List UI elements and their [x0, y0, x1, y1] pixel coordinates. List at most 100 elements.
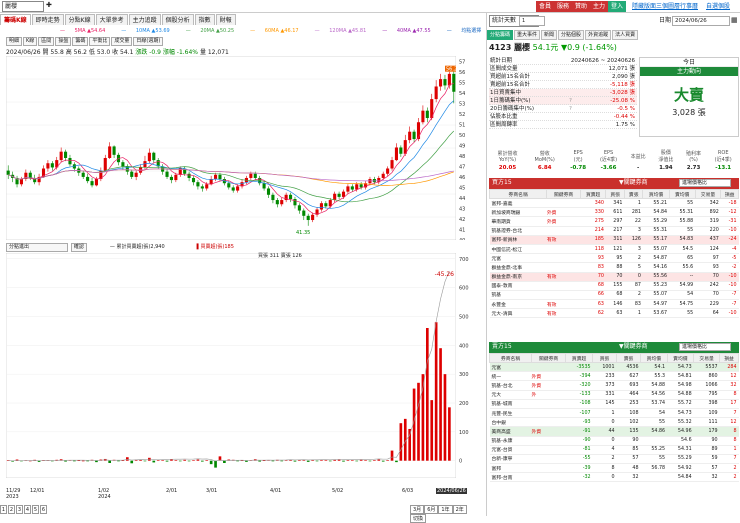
toolbar-button-1[interactable]: K線	[23, 37, 38, 46]
col-5[interactable]: 買均價	[642, 189, 670, 199]
table-row[interactable]: 中國信託-松江 118 121 3 55.07 54.5 124 -4	[489, 244, 739, 255]
price-chart[interactable]: 41.35 56.2	[6, 56, 456, 240]
page-1[interactable]: 2	[8, 505, 15, 514]
right-tab-4[interactable]: 外資追蹤	[585, 30, 612, 40]
toolbar-button-6[interactable]: 成交量	[111, 37, 133, 46]
top-button-4[interactable]: 登入	[608, 1, 627, 12]
tab-5[interactable]: 個股分析	[161, 14, 194, 25]
buy-sort-select[interactable]: 進場價格比	[679, 179, 731, 187]
table-row[interactable]: 台新-康寧 -55 2 57 55 55.29 59 7	[489, 454, 739, 465]
table-row[interactable]: 元富 93 95 2 54.87 65 97 -5	[489, 253, 739, 264]
table-row[interactable]: 元大-清興 有效 62 63 1 53.67 55 64 -10	[489, 308, 739, 319]
table-row[interactable]: 凱基證券-台北 214 217 3 55.31 55 220 -10	[489, 226, 739, 236]
range-button-2[interactable]: 1年	[438, 505, 453, 514]
col-7[interactable]: 交易量	[693, 353, 721, 363]
toolbar-button-0[interactable]: 明細	[6, 37, 23, 46]
col-4[interactable]: 賣張	[623, 189, 644, 199]
toolbar-button-5[interactable]: 平衡比	[89, 37, 111, 46]
top-link-1[interactable]: 三個圖層	[656, 1, 680, 12]
table-row[interactable]: 元富 -3535 1001 4536 54.1 54.73 5537 284	[489, 362, 739, 373]
range-button-3[interactable]: 2年	[452, 505, 467, 514]
tab-2[interactable]: 分點K線	[64, 14, 95, 25]
summary-help-icon-5[interactable]: ?	[569, 97, 572, 105]
toolbar-button-4[interactable]: 籌碼	[72, 37, 89, 46]
top-link-2[interactable]: 行事曆	[680, 1, 698, 12]
range-button-0[interactable]: 3月	[410, 505, 425, 514]
tab-6[interactable]: 指數	[194, 14, 215, 25]
col-1[interactable]: 關鍵券商	[546, 189, 581, 199]
page-2[interactable]: 3	[16, 505, 23, 514]
tab-4[interactable]: 主力追蹤	[128, 14, 161, 25]
table-row[interactable]: 華南期貨 外資 275 297 22 55.29 55.88 319 -31	[489, 216, 739, 227]
top-button-3[interactable]: 主力	[590, 1, 609, 12]
col-4[interactable]: 賣張	[616, 353, 642, 363]
volume-confirm-button[interactable]: 確認	[70, 243, 87, 252]
sell-sort-select[interactable]: 進場價格比	[679, 343, 731, 351]
col-8[interactable]: 損益	[720, 189, 739, 199]
top-button-2[interactable]: 贊助	[572, 1, 591, 12]
toolbar-button-3[interactable]: 操盤	[55, 37, 72, 46]
right-tab-5[interactable]: 法人買賣	[612, 30, 639, 40]
table-row[interactable]: 群益金鼎-南京 有效 70 70 0 55.56 -- 70 -10	[489, 272, 739, 282]
table-row[interactable]: 美商高盛 外資 -91 44 135 54.86 54.96 179 8	[489, 426, 739, 437]
tab-7[interactable]: 財報	[215, 14, 236, 25]
volume-select[interactable]: 分點進出	[6, 243, 68, 252]
table-row[interactable]: 富邦-嘉義 340 341 1 55.21 55 342 -18	[489, 198, 739, 209]
col-1[interactable]: 關鍵券商	[531, 353, 567, 363]
table-row[interactable]: 凱基 66 68 2 55.07 54 70 -7	[489, 290, 739, 301]
col-7[interactable]: 交易量	[694, 189, 722, 199]
right-tab-3[interactable]: 分點個股	[558, 30, 585, 40]
page-3[interactable]: 4	[24, 505, 31, 514]
table-row[interactable]: 富邦-台南 -32 0 32 54.84 32 2	[489, 472, 739, 483]
stock-search-input[interactable]: 麗櫻	[2, 1, 44, 12]
col-6[interactable]: 賣均價	[666, 353, 695, 363]
table-row[interactable]: 永豐金 有效 63 146 83 54.97 54.75 229 -7	[489, 299, 739, 310]
tab-0[interactable]: 籌碼K線	[0, 14, 31, 25]
col-8[interactable]: 損益	[719, 353, 739, 363]
col-3[interactable]: 買張	[592, 353, 618, 363]
col-0[interactable]: 券商名稱	[488, 353, 533, 363]
table-row[interactable]: 凱基-城南 -108 145 253 53.74 55.72 398 17	[489, 399, 739, 409]
table-row[interactable]: 台中銀 -93 0 102 55 55.32 111 12	[489, 417, 739, 428]
right-tab-0[interactable]: 分點籌碼	[487, 30, 514, 40]
table-row[interactable]: 富邦 -39 8 48 56.78 54.92 57 2	[489, 463, 739, 474]
right-tab-1[interactable]: 重大事件	[514, 30, 541, 40]
table-row[interactable]: 富邦-新員林 有效 185 311 126 55.17 54.83 437 -24	[489, 235, 739, 245]
top-link-3[interactable]: 自選個股	[706, 1, 730, 12]
table-row[interactable]: 群益金鼎-北事 83 88 5 54.16 55.6 93 -2	[489, 262, 739, 273]
col-0[interactable]: 券商名稱	[488, 189, 548, 199]
top-button-1[interactable]: 服務	[554, 1, 573, 12]
table-row[interactable]: 凱基-台北 外資 -320 373 693 54.88 54.98 1066 32	[489, 380, 739, 391]
top-button-0[interactable]: 會員	[536, 1, 555, 12]
toolbar-button-7[interactable]: 日線(週期)	[133, 37, 164, 46]
date-input[interactable]: 2024/06/26	[672, 16, 730, 26]
page-5[interactable]: 6	[40, 505, 47, 514]
calendar-icon[interactable]: ▦	[731, 16, 738, 24]
range-button-4[interactable]: 切換	[410, 514, 427, 523]
stat-days-select[interactable]: 1	[519, 16, 545, 26]
col-2[interactable]: 買賣超	[579, 189, 607, 199]
right-tab-2[interactable]: 新聞	[541, 30, 558, 40]
volume-chart[interactable]: -45.26	[6, 253, 456, 478]
col-6[interactable]: 賣均價	[668, 189, 696, 199]
page-0[interactable]: 1	[0, 505, 7, 514]
page-4[interactable]: 5	[32, 505, 39, 514]
table-row[interactable]: 統一 外資 -394 233 627 55.3 54.81 860 12	[489, 371, 739, 382]
top-link-0[interactable]: 隱藏版面	[632, 1, 656, 12]
toolbar-button-2[interactable]: 區間	[38, 37, 55, 46]
table-row[interactable]: 國泰-敦南 68 155 87 55.23 54.99 242 -10	[489, 281, 739, 291]
cell-7: 70	[695, 272, 721, 282]
add-icon[interactable]: ✚	[46, 1, 56, 12]
col-2[interactable]: 買賣超	[565, 353, 594, 363]
col-5[interactable]: 買均價	[640, 353, 668, 363]
table-row[interactable]: 兆豐-民生 -107 1 108 54 54.73 109 7	[489, 408, 739, 419]
tab-3[interactable]: 大單參考	[95, 14, 128, 25]
table-row[interactable]: 新加坡商瑞銀 外資 330 611 281 54.84 55.31 892 -12	[489, 207, 739, 218]
tab-1[interactable]: 即時走勢	[31, 14, 64, 25]
table-row[interactable]: 凱基-永康 -90 0 90 54.6 90 8	[489, 436, 739, 446]
col-3[interactable]: 買張	[605, 189, 625, 199]
summary-help-icon-6[interactable]: ?	[569, 105, 572, 113]
table-row[interactable]: 元大外 -133 331 464 54.56 54.88 795 8	[489, 390, 739, 400]
table-row[interactable]: 元富-台貿 -81 4 85 55.25 54.31 89 1	[489, 445, 739, 455]
range-button-1[interactable]: 6月	[424, 505, 439, 514]
